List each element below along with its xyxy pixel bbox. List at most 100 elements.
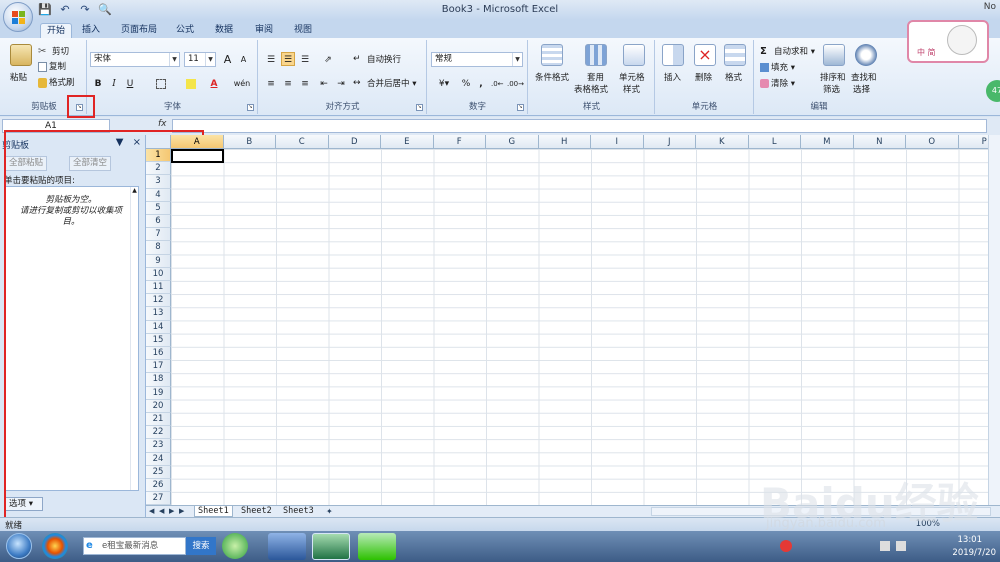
currency-icon[interactable]: ¥▾ [432,76,456,90]
align-top-icon[interactable]: ☰ [264,52,278,66]
row-header[interactable]: 4 [146,188,171,202]
tab-insert[interactable]: 插入 [78,23,104,38]
border-button[interactable] [150,76,172,90]
row-header[interactable]: 3 [146,175,171,189]
row-header[interactable]: 15 [146,333,171,347]
font-launcher-icon[interactable]: ↘ [247,104,254,111]
column-header[interactable]: O [906,135,959,149]
row-header[interactable]: 14 [146,320,171,334]
row-header[interactable]: 17 [146,360,171,374]
column-header[interactable]: C [276,135,329,149]
column-header[interactable]: I [591,135,644,149]
clear-all-button[interactable]: 全部清空 [69,156,112,171]
underline-button[interactable]: U [124,76,136,90]
clock-date[interactable]: 2019/7/20 [952,548,996,558]
word-icon[interactable] [268,533,306,560]
increase-indent-icon[interactable]: ⇥ [334,76,348,90]
phonetic-button[interactable]: wén [230,76,254,90]
select-all-corner[interactable] [146,135,171,149]
paste-button[interactable]: 粘贴 [10,71,27,83]
sogou-icon[interactable] [780,540,792,552]
font-size-select[interactable]: 11 ▼ [184,52,216,67]
formula-input[interactable] [172,119,987,133]
sheet-tab-2[interactable]: Sheet2 [238,506,275,517]
align-right-icon[interactable]: ≡ [298,76,312,90]
cell-area[interactable] [171,149,988,505]
font-color-button[interactable]: A [206,76,222,90]
shrink-font-button[interactable]: A [237,52,250,66]
cell-styles-button[interactable]: 单元格 [619,71,645,83]
clear-button[interactable]: 清除 ▾ [760,77,795,89]
align-left-icon[interactable]: ≡ [264,76,278,90]
vertical-scrollbar[interactable] [988,135,1000,505]
search-button[interactable]: 搜索 [186,537,216,555]
format-cells-button[interactable]: 格式 [725,71,742,83]
row-header[interactable]: 20 [146,399,171,413]
comma-button[interactable]: , [476,76,486,90]
column-header[interactable]: B [223,135,276,149]
tab-home[interactable]: 开始 [40,23,72,38]
row-header[interactable]: 25 [146,465,171,479]
fill-color-button[interactable] [180,76,202,90]
column-header[interactable]: J [643,135,696,149]
decrease-indent-icon[interactable]: ⇤ [317,76,331,90]
tab-data[interactable]: 数据 [210,23,238,38]
row-header[interactable]: 8 [146,241,171,255]
row-header[interactable]: 2 [146,162,171,176]
row-header[interactable]: 26 [146,479,171,493]
prev-sheet-icon[interactable]: ◀ [159,507,164,515]
wechat-icon[interactable] [358,533,396,560]
sheet-tab-1[interactable]: Sheet1 [194,506,233,517]
row-header[interactable]: 6 [146,215,171,229]
last-sheet-icon[interactable]: ▶ [179,507,184,515]
row-header[interactable]: 22 [146,426,171,440]
align-center-icon[interactable]: ≡ [281,76,295,90]
tab-review[interactable]: 审阅 [250,23,278,38]
format-as-table-button[interactable]: 套用 [587,71,604,83]
find-select-button[interactable]: 查找和 [851,71,877,83]
row-header[interactable]: 9 [146,254,171,268]
row-header[interactable]: 1 [146,149,171,163]
name-box[interactable]: A1 [2,119,110,133]
copy-button[interactable]: 复制 [38,60,66,72]
paste-icon[interactable] [10,44,32,66]
align-bottom-icon[interactable]: ☰ [298,52,312,66]
row-header[interactable]: 19 [146,386,171,400]
column-header[interactable]: A [171,135,224,149]
clipboard-item-list[interactable]: 剪贴板为空。 请进行复制或剪切以收集项目。 ▲ [4,186,139,491]
app-store-icon[interactable] [42,533,68,559]
row-header[interactable]: 12 [146,294,171,308]
active-cell[interactable] [171,149,224,163]
font-name-select[interactable]: 宋体 ▼ [90,52,180,67]
row-header[interactable]: 5 [146,201,171,215]
column-header[interactable]: E [381,135,434,149]
cut-button[interactable]: ✂ 剪切 [38,45,69,58]
clipboard-launcher-icon[interactable]: ↘ [76,104,83,111]
paste-all-button[interactable]: 全部粘贴 [5,156,48,171]
excel-icon[interactable] [312,533,350,560]
increase-decimal-icon[interactable]: .0← [490,76,504,90]
alignment-launcher-icon[interactable]: ↘ [416,104,423,111]
sheet-tab-3[interactable]: Sheet3 [280,506,317,517]
row-header[interactable]: 13 [146,307,171,321]
row-header[interactable]: 24 [146,452,171,466]
orientation-icon[interactable]: ⇗ [317,52,339,66]
volume-icon[interactable] [896,541,906,551]
percent-button[interactable]: % [460,76,472,90]
column-header[interactable]: K [696,135,749,149]
column-header[interactable]: H [538,135,591,149]
conditional-format-button[interactable]: 条件格式 [535,71,569,83]
fill-button[interactable]: 填充 ▾ [760,61,795,73]
column-header[interactable]: M [801,135,854,149]
start-button[interactable] [6,533,32,559]
first-sheet-icon[interactable]: ◀ [149,507,154,515]
row-header[interactable]: 21 [146,413,171,427]
row-header[interactable]: 10 [146,267,171,281]
delete-cells-button[interactable]: 删除 [695,71,712,83]
close-icon[interactable]: × [133,137,141,148]
tab-formulas[interactable]: 公式 [172,23,198,38]
column-header[interactable]: N [853,135,906,149]
decrease-decimal-icon[interactable]: .00→ [506,76,524,90]
column-header[interactable]: L [748,135,801,149]
column-header[interactable]: P [958,135,988,149]
